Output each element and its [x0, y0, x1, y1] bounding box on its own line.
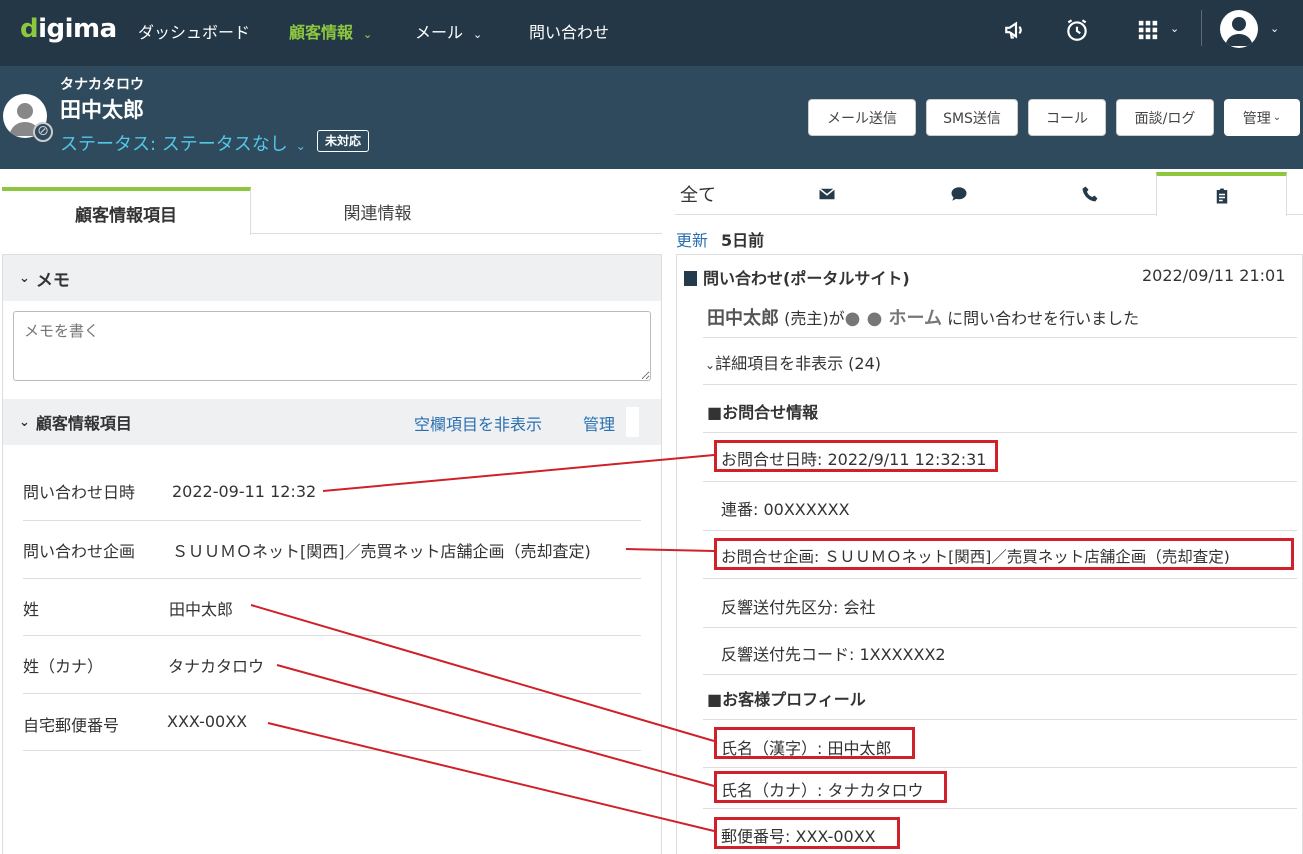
divider — [703, 627, 1297, 628]
apps-grid-icon[interactable] — [1131, 14, 1165, 46]
event-title: 問い合わせ(ポータルサイト) — [684, 265, 910, 289]
megaphone-icon[interactable] — [1002, 14, 1030, 46]
annotation-box — [714, 771, 947, 803]
field-label: 自宅郵便番号 — [23, 716, 120, 735]
tab-divider — [251, 233, 662, 234]
divider — [703, 337, 1297, 338]
divider — [703, 481, 1297, 482]
updated-label: 更新 — [676, 231, 709, 250]
chevron-down-icon: ⌄ — [1170, 22, 1180, 35]
event-company: ● ● ホーム — [844, 308, 942, 329]
field-label: 問い合わせ企画 — [23, 542, 136, 561]
chevron-down-icon: ⌄ — [363, 28, 373, 41]
document-icon — [684, 271, 697, 286]
send-mail-button[interactable]: メール送信 — [808, 99, 916, 136]
field-row: 自宅郵便番号 XXX-00XX — [23, 694, 641, 751]
customer-header: ⊘ タナカタロウ 田中太郎 ステータス: ステータスなし ⌄ 未対応 メール送信 … — [0, 66, 1303, 169]
memo-input[interactable] — [13, 311, 651, 381]
event-customer-name: 田中太郎 — [707, 308, 779, 329]
field-row: 問い合わせ企画 ＳＵＵＭＯネット[関西]／売買ネット店舗企画（売却査定) — [23, 521, 641, 579]
customer-kana: タナカタロウ — [60, 77, 144, 93]
nav-divider — [1201, 10, 1202, 46]
chevron-down-icon: ⌄ — [295, 139, 306, 153]
mail-icon[interactable] — [805, 172, 849, 216]
user-avatar-icon[interactable] — [1220, 10, 1258, 48]
detail-row: 連番: 00XXXXXX — [721, 500, 850, 519]
divider — [703, 767, 1297, 768]
annotation-box — [714, 538, 1294, 570]
tab-all[interactable]: 全て — [676, 172, 720, 216]
manage-fields-link[interactable]: 管理 — [583, 411, 615, 435]
field-value: XXX-00XX — [167, 712, 248, 731]
divider — [703, 674, 1297, 675]
detail-row: 反響送付先区分: 会社 — [721, 598, 876, 617]
field-label: 姓（カナ） — [23, 657, 104, 676]
chevron-down-icon: ⌄ — [1270, 22, 1280, 35]
customer-info-section-header[interactable]: ⌄ 顧客情報項目 — [3, 399, 661, 445]
divider — [703, 530, 1297, 531]
tab-related-info[interactable]: 関連情報 — [251, 187, 504, 235]
updated-value: 5日前 — [721, 231, 765, 250]
detail-row: 反響送付先コード: 1XXXXXX2 — [721, 645, 946, 664]
nav-item-customer-info[interactable]: 顧客情報 ⌄ — [289, 19, 372, 43]
annotation-box — [714, 727, 915, 759]
divider — [703, 578, 1297, 579]
nav-item-dashboard[interactable]: ダッシュボード — [138, 19, 250, 43]
no-entry-icon: ⊘ — [33, 122, 53, 142]
divider — [703, 432, 1297, 433]
annotation-box — [714, 440, 998, 472]
chevron-down-icon: ⌄ — [19, 270, 30, 286]
chevron-down-icon: ⌄ — [705, 358, 716, 372]
field-value: 田中太郎 — [169, 600, 234, 619]
manage-dropdown-button[interactable]: 管理 ⌄ — [1224, 99, 1300, 136]
field-label: 問い合わせ日時 — [23, 483, 136, 502]
hide-empty-fields-link[interactable]: 空欄項目を非表示 — [414, 411, 542, 435]
memo-section-header[interactable]: ⌄ メモ — [3, 255, 661, 301]
scroll-handle[interactable] — [626, 407, 639, 437]
field-label: 姓 — [23, 600, 40, 619]
divider — [703, 384, 1297, 385]
meeting-log-button[interactable]: 面談/ログ — [1116, 99, 1214, 136]
phone-icon[interactable] — [1068, 172, 1112, 216]
section-heading-profile: ■お客様プロフィール — [707, 690, 866, 709]
event-datetime: 2022/09/11 21:01 — [1142, 266, 1286, 285]
clipboard-icon[interactable] — [1156, 172, 1287, 216]
send-sms-button[interactable]: SMS送信 — [926, 99, 1018, 136]
nav-item-inquiry[interactable]: 問い合わせ — [529, 19, 609, 43]
field-row: 問い合わせ日時 2022-09-11 12:32 — [23, 463, 641, 521]
field-row: 姓 田中太郎 — [23, 579, 641, 636]
toggle-details-link[interactable]: ⌄詳細項目を非表示 (24) — [705, 350, 881, 374]
chevron-down-icon: ⌄ — [1272, 112, 1282, 123]
chevron-down-icon: ⌄ — [473, 28, 483, 41]
customer-name: 田中太郎 — [60, 98, 144, 122]
chevron-down-icon: ⌄ — [19, 414, 30, 430]
status-badge: 未対応 — [317, 130, 370, 152]
field-row: 姓（カナ） タナカタロウ — [23, 636, 641, 694]
annotation-box — [714, 817, 900, 849]
field-value: ＳＵＵＭＯネット[関西]／売買ネット店舗企画（売却査定) — [172, 542, 591, 561]
call-button[interactable]: コール — [1028, 99, 1106, 136]
section-heading-inquiry: ■お問合せ情報 — [707, 403, 819, 422]
nav-item-mail[interactable]: メール ⌄ — [415, 19, 482, 43]
status-dropdown[interactable]: ステータス: ステータスなし ⌄ — [60, 130, 306, 156]
chat-icon[interactable] — [937, 172, 981, 216]
digima-logo[interactable]: digima — [20, 14, 117, 44]
field-value: 2022-09-11 12:32 — [172, 482, 317, 501]
tab-customer-info-items[interactable]: 顧客情報項目 — [2, 187, 251, 235]
top-navigation-bar: digima ダッシュボード 顧客情報 ⌄ メール ⌄ 問い合わせ ⌄ ⌄ — [0, 0, 1303, 66]
event-summary: 田中太郎 (売主)が● ● ホーム に問い合わせを行いました — [707, 308, 1140, 329]
divider — [703, 719, 1297, 720]
alarm-clock-icon[interactable] — [1063, 14, 1091, 46]
divider — [703, 808, 1297, 809]
field-value: タナカタロウ — [168, 657, 265, 676]
section-gap — [3, 391, 661, 399]
